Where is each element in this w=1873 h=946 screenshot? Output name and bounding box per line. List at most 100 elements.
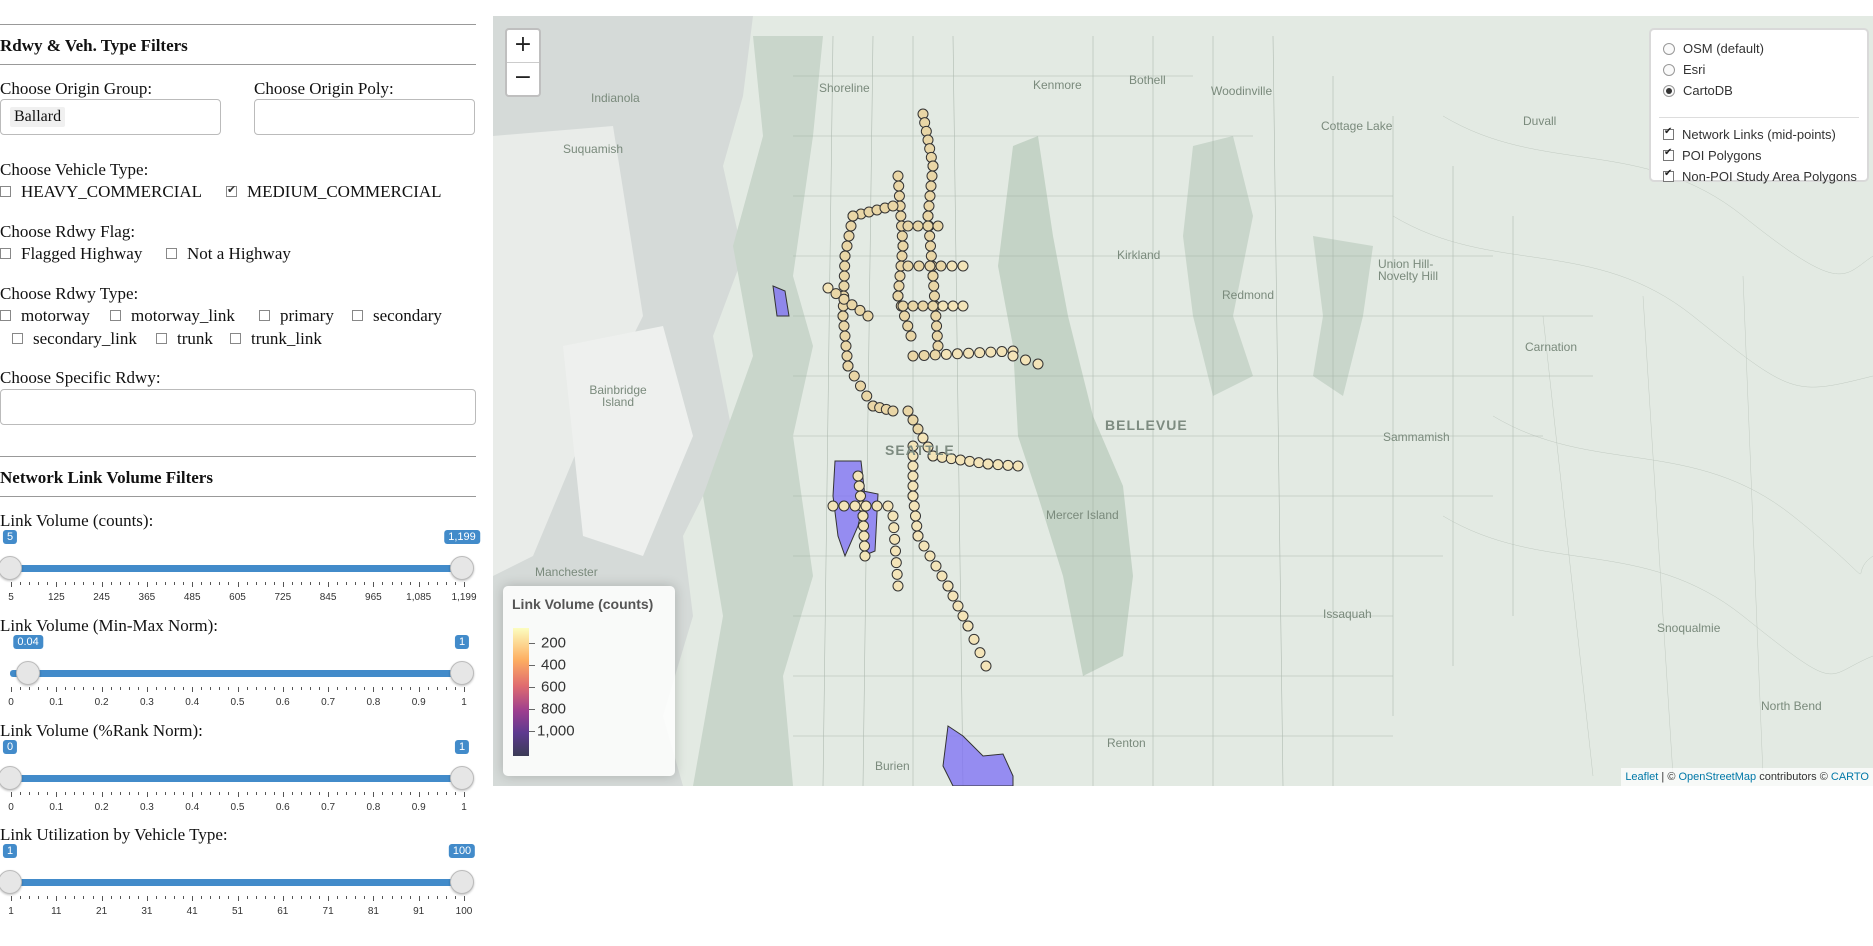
zoom-in-button[interactable]: + [507,30,539,63]
radio-icon[interactable] [1663,84,1675,97]
link-point[interactable] [838,280,850,292]
link-point[interactable] [1012,460,1024,472]
link-point[interactable] [858,530,870,542]
link-point[interactable] [923,200,935,212]
link-point[interactable] [1007,350,1019,362]
checkbox-motorway[interactable]: motorway [0,306,90,326]
link-point[interactable] [827,500,839,512]
checkbox-medium-commercial[interactable]: MEDIUM_COMMERCIAL [226,182,442,202]
slider-track[interactable] [10,879,462,886]
basemap-cartodb[interactable]: CartoDB [1663,83,1733,98]
link-point[interactable] [907,480,919,492]
link-point[interactable] [911,520,923,532]
link-point[interactable] [882,500,894,512]
link-point[interactable] [947,590,959,602]
link-point[interactable] [897,300,909,312]
link-point[interactable] [946,260,958,272]
checkbox-secondary[interactable]: secondary [352,306,442,326]
checkbox-icon[interactable] [110,309,121,321]
checkbox-not-a-highway[interactable]: Not a Highway [166,244,291,264]
slider-handle-low[interactable] [0,556,22,580]
link-point[interactable] [963,347,975,359]
link-point[interactable] [925,250,937,262]
link-point[interactable] [951,348,963,360]
link-point[interactable] [894,270,906,282]
link-point[interactable] [932,220,944,232]
link-point[interactable] [974,347,986,359]
link-point[interactable] [902,405,914,417]
link-point[interactable] [887,405,899,417]
link-point[interactable] [940,348,952,360]
link-point[interactable] [891,568,903,580]
link-point[interactable] [927,300,939,312]
link-point[interactable] [848,370,860,382]
link-point[interactable] [838,320,850,332]
checkbox-icon[interactable] [166,247,177,259]
link-point[interactable] [907,490,919,502]
link-point[interactable] [907,350,919,362]
link-point[interactable] [907,470,919,482]
link-point[interactable] [1020,354,1031,366]
slider-handle-high[interactable] [450,661,474,685]
link-point[interactable] [957,300,969,312]
checkbox-icon[interactable] [226,183,237,197]
link-point[interactable] [847,210,859,222]
link-point[interactable] [936,570,948,582]
link-point[interactable] [896,250,908,262]
basemap-esri[interactable]: Esri [1663,62,1705,77]
checkbox-icon[interactable] [1663,126,1674,140]
checkbox-trunk[interactable]: trunk [156,329,213,349]
link-point[interactable] [985,346,997,358]
link-point[interactable] [840,340,852,352]
link-point[interactable] [931,330,943,342]
link-point[interactable] [930,310,942,322]
link-point[interactable] [924,550,936,562]
checkbox-motorway-link[interactable]: motorway_link [110,306,235,326]
link-point[interactable] [907,414,919,426]
link-point[interactable] [892,580,904,592]
link-point[interactable] [857,510,869,522]
link-point[interactable] [889,533,901,545]
checkbox-icon[interactable] [230,332,241,344]
link-point[interactable] [918,349,930,361]
slider-handle-high[interactable] [450,556,474,580]
link-point[interactable] [926,170,938,182]
link-point[interactable] [842,360,854,372]
origin-group-chip[interactable]: Ballard [10,107,66,127]
link-utilization-slider[interactable]: 1 100 1 11 21 31 41 51 61 71 81 91 100 [0,844,476,917]
link-point[interactable] [982,458,994,470]
link-volume-rank-slider[interactable]: 0 1 0 0.1 0.2 0.3 0.4 0.5 0.6 0.7 0.8 0.9 1 [0,740,476,813]
link-point[interactable] [912,530,924,542]
link-point[interactable] [927,270,939,282]
link-point[interactable] [924,260,936,272]
link-point[interactable] [980,660,992,672]
overlay-poi-polygons[interactable]: POI Polygons [1663,147,1762,163]
specific-rdwy-select[interactable] [0,389,476,425]
link-point[interactable] [917,300,929,312]
link-point[interactable] [892,290,904,302]
link-point[interactable] [912,423,924,435]
link-point[interactable] [930,560,942,572]
link-point[interactable] [973,457,985,469]
link-point[interactable] [887,200,899,212]
link-point[interactable] [859,550,871,562]
basemap-osm[interactable]: OSM (default) [1663,41,1764,56]
link-point[interactable] [899,310,910,322]
link-point[interactable] [942,580,954,592]
link-point[interactable] [962,620,974,632]
link-point[interactable] [849,500,861,512]
link-point[interactable] [957,260,969,272]
slider-track[interactable] [10,775,462,782]
slider-handle-high[interactable] [450,870,474,894]
link-point[interactable] [902,320,914,332]
zoom-out-button[interactable]: − [507,63,539,95]
link-point[interactable] [1032,358,1044,370]
slider-track[interactable] [10,565,462,572]
link-point[interactable] [897,240,909,252]
checkbox-icon[interactable] [259,309,270,321]
link-point[interactable] [924,190,936,202]
link-point[interactable] [929,349,941,361]
link-point[interactable] [859,540,870,552]
link-point[interactable] [952,600,964,612]
link-point[interactable] [928,290,940,302]
